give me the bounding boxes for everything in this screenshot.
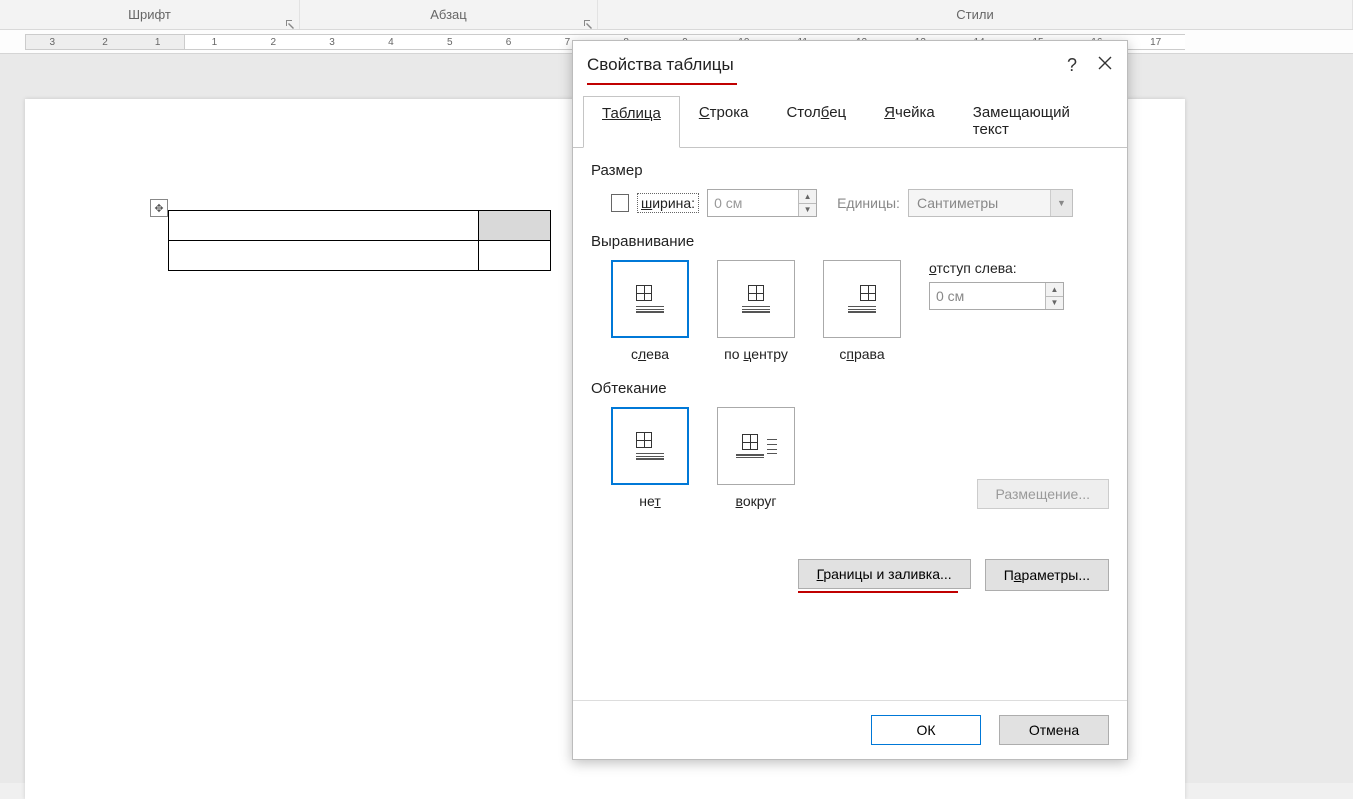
ruler-margin-left: 3 2 1 — [25, 34, 185, 50]
width-checkbox[interactable] — [611, 194, 629, 212]
tab-label: Ячейка — [884, 104, 935, 121]
table-cell[interactable] — [169, 241, 479, 271]
ribbon-group-styles: Стили — [598, 0, 1353, 29]
tab-label: Замещающий текст — [973, 104, 1070, 138]
width-input[interactable] — [708, 190, 798, 216]
indent-spinner[interactable]: ▲▼ — [929, 282, 1064, 310]
tab-cell[interactable]: Ячейка — [865, 95, 954, 147]
section-align-heading: Выравнивание — [591, 233, 1109, 250]
units-combo[interactable]: Сантиметры ▼ — [908, 189, 1073, 217]
width-label: ширина: — [637, 193, 699, 213]
section-size-heading: Размер — [591, 162, 1109, 179]
units-value: Сантиметры — [909, 190, 1050, 216]
tab-row[interactable]: Строка — [680, 95, 768, 147]
dialog-title: Свойства таблицы — [587, 55, 734, 75]
units-label: Единицы: — [837, 195, 900, 211]
parameters-button[interactable]: Параметры... — [985, 559, 1109, 591]
ribbon-font-label: Шрифт — [128, 7, 171, 22]
dialog-footer: ОК Отмена — [573, 700, 1127, 759]
tab-label: Столбец — [786, 104, 846, 121]
ruler-tick: 2 — [102, 37, 108, 48]
tab-label: Таблица — [602, 105, 661, 122]
align-left-label: слева — [631, 346, 669, 362]
ribbon-group-paragraph: Абзац — [300, 0, 598, 29]
dialog-tabs: Таблица Строка Столбец Ячейка Замещающий… — [573, 95, 1127, 148]
table-move-handle-icon[interactable]: ✥ — [150, 199, 168, 217]
wrap-none-label: нет — [639, 493, 660, 509]
paragraph-dialog-launcher-icon[interactable] — [583, 17, 593, 27]
ribbon-group-font: Шрифт — [0, 0, 300, 29]
align-right-label: справа — [839, 346, 884, 362]
close-button[interactable] — [1097, 55, 1113, 76]
font-dialog-launcher-icon[interactable] — [285, 17, 295, 27]
table-cell[interactable] — [479, 211, 551, 241]
ribbon-styles-label: Стили — [956, 7, 993, 22]
wrap-around-icon — [736, 434, 777, 458]
ruler-tick: 2 — [244, 37, 303, 48]
placement-button: Размещение... — [977, 479, 1110, 509]
close-icon — [1097, 55, 1113, 71]
tab-alttext[interactable]: Замещающий текст — [954, 95, 1117, 147]
align-right-option[interactable]: справа — [823, 260, 901, 362]
align-left-icon — [636, 285, 664, 312]
indent-left-label: отступ слева: — [929, 260, 1064, 276]
help-button[interactable]: ? — [1067, 55, 1077, 76]
wrap-around-label: вокруг — [736, 493, 777, 509]
ruler-tick: 4 — [361, 37, 420, 48]
ruler-tick: 6 — [479, 37, 538, 48]
align-center-option[interactable]: по центру — [717, 260, 795, 362]
tab-table[interactable]: Таблица — [583, 96, 680, 148]
tab-label: Строка — [699, 104, 749, 121]
table-cell[interactable] — [169, 211, 479, 241]
align-center-icon — [742, 285, 770, 312]
table-cell[interactable] — [479, 241, 551, 271]
wrap-none-icon — [636, 432, 664, 459]
spin-down-icon[interactable]: ▼ — [799, 204, 816, 217]
dialog-body: Размер ширина: ▲▼ Единицы: Сантиметры ▼ … — [573, 148, 1127, 700]
ruler-tick: 3 — [50, 37, 56, 48]
align-right-icon — [848, 285, 876, 312]
borders-shading-button[interactable]: Границы и заливка... — [798, 559, 971, 589]
borders-underline — [798, 591, 958, 593]
ruler-tick: 17 — [1126, 37, 1185, 48]
chevron-down-icon[interactable]: ▼ — [1050, 190, 1072, 216]
ribbon: Шрифт Абзац Стили — [0, 0, 1353, 30]
wrap-none-option[interactable]: нет — [611, 407, 689, 509]
title-underline — [587, 83, 737, 85]
spin-up-icon[interactable]: ▲ — [1046, 283, 1063, 297]
align-left-option[interactable]: слева — [611, 260, 689, 362]
ok-button[interactable]: ОК — [871, 715, 981, 745]
tab-column[interactable]: Столбец — [767, 95, 865, 147]
wrap-around-option[interactable]: вокруг — [717, 407, 795, 509]
ruler-tick: 1 — [185, 37, 244, 48]
ruler-tick: 3 — [303, 37, 362, 48]
table-properties-dialog: Свойства таблицы ? Таблица Строка Столбе… — [572, 40, 1128, 760]
align-center-label: по центру — [724, 346, 788, 362]
indent-input[interactable] — [930, 283, 1045, 309]
cancel-button[interactable]: Отмена — [999, 715, 1109, 745]
section-wrap-heading: Обтекание — [591, 380, 1109, 397]
width-spinner[interactable]: ▲▼ — [707, 189, 817, 217]
ribbon-paragraph-label: Абзац — [430, 7, 466, 22]
dialog-titlebar[interactable]: Свойства таблицы ? — [573, 41, 1127, 89]
ruler-tick: 1 — [155, 37, 161, 48]
spin-up-icon[interactable]: ▲ — [799, 190, 816, 204]
document-table[interactable] — [168, 210, 551, 271]
spin-down-icon[interactable]: ▼ — [1046, 297, 1063, 310]
ruler-tick: 5 — [420, 37, 479, 48]
